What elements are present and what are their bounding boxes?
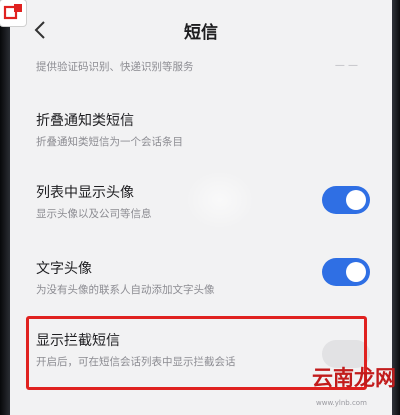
watermark-url: www.ylnb.com	[316, 399, 367, 407]
toggle-text-avatar[interactable]	[322, 258, 370, 286]
setting-fold-notifications[interactable]: 折叠通知类短信 折叠通知类短信为一个会话条目	[36, 110, 381, 150]
row-title: 折叠通知类短信	[36, 113, 134, 129]
list-item[interactable]: 提供验证码识别、快递识别等服务	[36, 60, 381, 75]
row-description: 折叠通知类短信为一个会话条目	[36, 136, 183, 148]
app-logo-icon	[0, 0, 26, 26]
toggle-show-avatar[interactable]	[322, 186, 370, 214]
phone-screen: 短信 — — 提供验证码识别、快递识别等服务 折叠通知类短信 折叠通知类短信为一…	[10, 0, 392, 415]
watermark-logo: 云南龙网	[312, 366, 396, 390]
row-description: 提供验证码识别、快递识别等服务	[36, 61, 194, 73]
toggle-knob	[346, 262, 366, 282]
row-description: 为没有头像的联系人自动添加文字头像	[36, 284, 215, 296]
device-bezel-left	[0, 0, 10, 415]
device-bezel-right	[392, 0, 400, 415]
toggle-knob	[346, 190, 366, 210]
header: 短信	[10, 0, 392, 58]
page-title: 短信	[184, 23, 218, 43]
